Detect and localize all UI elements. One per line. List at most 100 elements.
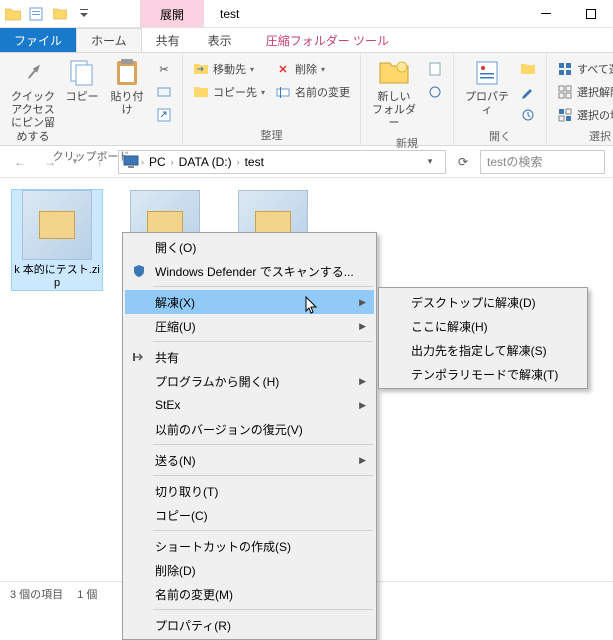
new-item-button[interactable] [423,58,447,80]
chevron-right-icon: ▶ [359,400,366,411]
ctx-share[interactable]: 共有 [125,345,374,369]
ctx-copy[interactable]: コピー(C) [125,503,374,527]
share-icon [131,349,147,365]
select-all-button[interactable]: すべて選択 [553,58,613,80]
sub-temp[interactable]: テンポラリモードで解凍(T) [381,362,585,386]
refresh-button[interactable]: ⟳ [452,151,474,173]
ctx-openwith[interactable]: プログラムから開く(H)▶ [125,369,374,393]
paste-button[interactable]: 貼り付け [104,55,150,119]
ctx-open[interactable]: 開く(O) [125,235,374,259]
sub-here[interactable]: ここに解凍(H) [381,314,585,338]
easy-access-button[interactable] [423,81,447,103]
ctx-shortcut[interactable]: ショートカットの作成(S) [125,534,374,558]
chevron-right-icon[interactable]: › [171,157,174,167]
separator [153,341,373,342]
shield-icon [131,263,147,279]
ctx-defender[interactable]: Windows Defender でスキャンする... [125,259,374,283]
pin-icon [17,57,49,89]
ribbon-group-new: 新しい フォルダー 新規 [361,53,454,145]
forward-button[interactable]: → [38,150,62,174]
chevron-right-icon[interactable]: › [237,157,240,167]
ribbon-group-clipboard: クイック アクセス にピン留めする コピー 貼り付け ✂ クリップボード [0,53,183,145]
new-folder-icon [378,57,410,89]
ctx-delete[interactable]: 削除(D) [125,558,374,582]
address-box[interactable]: › PC › DATA (D:) › test ▾ [118,150,446,174]
new-folder-button[interactable]: 新しい フォルダー [367,55,421,133]
properties-button[interactable]: プロパティ [460,55,514,119]
history-button[interactable] [516,104,540,126]
copy-icon [66,57,98,89]
crumb-folder[interactable]: test [242,155,267,169]
scissors-icon: ✂ [156,61,172,77]
history-dropdown[interactable]: ▾ [68,150,82,174]
crumb-pc[interactable]: PC [146,155,169,169]
ctx-sendto[interactable]: 送る(N)▶ [125,448,374,472]
tab-share[interactable]: 共有 [142,28,194,52]
rename-icon [275,84,291,100]
sub-specify[interactable]: 出力先を指定して解凍(S) [381,338,585,362]
rename-button[interactable]: 名前の変更 [271,81,354,103]
status-item-count: 3 個の項目 [10,586,63,602]
separator [153,475,373,476]
delete-button[interactable]: ✕削除 ▾ [271,58,354,80]
status-selection: 1 個 [77,586,97,602]
pc-icon [123,155,139,169]
up-button[interactable]: ↑ [88,150,112,174]
ctx-rename[interactable]: 名前の変更(M) [125,582,374,606]
ctx-cut[interactable]: 切り取り(T) [125,479,374,503]
select-invert-button[interactable]: 選択の切り替 [553,104,613,126]
tab-file[interactable]: ファイル [0,28,76,52]
select-none-button[interactable]: 選択解除 [553,81,613,103]
search-input[interactable]: testの検索 [480,150,605,174]
context-menu: 開く(O) Windows Defender でスキャンする... 解凍(X)▶… [122,232,377,640]
qat-new-folder-icon[interactable] [48,2,72,26]
copyto-icon [193,84,209,100]
window-controls [523,0,613,27]
ribbon-tabs: ファイル ホーム 共有 表示 圧縮フォルダー ツール [0,28,613,53]
edit-button[interactable] [516,81,540,103]
tab-home[interactable]: ホーム [76,28,142,52]
ctx-extract[interactable]: 解凍(X)▶ [125,290,374,314]
ctx-prevver[interactable]: 以前のバージョンの復元(V) [125,417,374,441]
file-label: k 本的にテスト.zip [12,264,102,290]
chevron-right-icon[interactable]: › [141,157,144,167]
ribbon-group-open: プロパティ 開く [454,53,547,145]
file-item[interactable]: k 本的にテスト.zip [12,190,102,290]
back-button[interactable]: ← [8,150,32,174]
qat-properties-icon[interactable] [24,2,48,26]
tab-view[interactable]: 表示 [194,28,246,52]
separator [153,530,373,531]
pin-quickaccess-button[interactable]: クイック アクセス にピン留めする [6,55,60,146]
chevron-right-icon: ▶ [359,455,366,466]
minimize-button[interactable] [523,0,568,27]
open-icon [520,61,536,77]
address-dropdown[interactable]: ▾ [419,151,441,173]
sub-desktop[interactable]: デスクトップに解凍(D) [381,290,585,314]
copyto-button[interactable]: コピー先 ▾ [189,81,269,103]
cut-button[interactable]: ✂ [152,58,176,80]
new-item-icon [427,61,443,77]
ribbon-group-select: すべて選択 選択解除 選択の切り替 選択 [547,53,613,145]
qat-dropdown-icon[interactable] [72,2,96,26]
separator [153,444,373,445]
maximize-button[interactable] [568,0,613,27]
select-none-icon [557,84,573,100]
edit-icon [520,84,536,100]
copypath-button[interactable] [152,81,176,103]
crumb-drive[interactable]: DATA (D:) [176,155,235,169]
ctx-compress[interactable]: 圧縮(U)▶ [125,314,374,338]
chevron-right-icon: ▶ [359,376,366,387]
moveto-button[interactable]: 移動先 ▾ [189,58,269,80]
context-tab-label: 展開 [140,0,204,27]
window-title: test [204,0,255,27]
properties-icon [471,57,503,89]
open-button[interactable] [516,58,540,80]
ctx-stex[interactable]: StEx▶ [125,393,374,417]
delete-icon: ✕ [275,61,291,77]
chevron-right-icon: ▶ [359,321,366,332]
ctx-properties[interactable]: プロパティ(R) [125,613,374,637]
copy-button[interactable]: コピー [62,55,102,106]
tab-compressed-tools[interactable]: 圧縮フォルダー ツール [252,28,403,52]
paste-shortcut-button[interactable] [152,104,176,126]
separator [153,286,373,287]
